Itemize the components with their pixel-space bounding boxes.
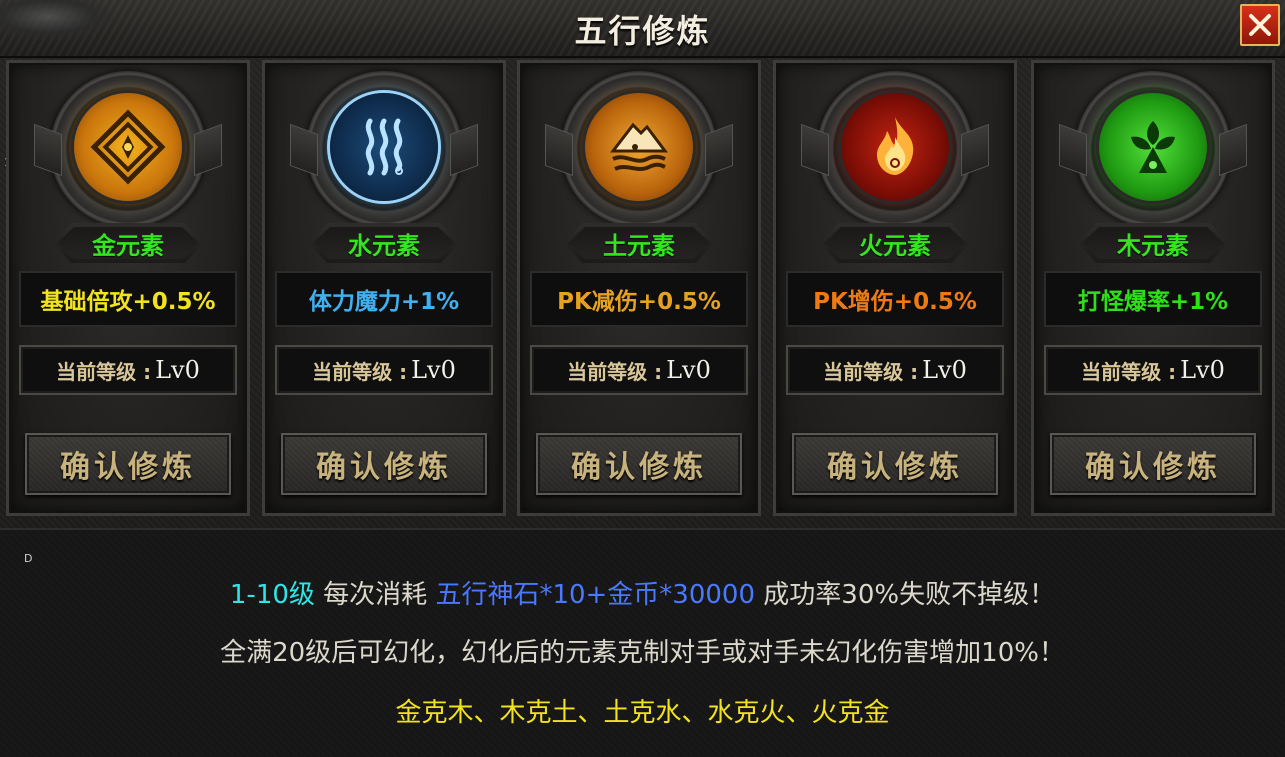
element-restraint-line: 金克木、木克土、土克水、水克火、火克金	[395, 698, 890, 728]
confirm-cultivate-button-earth[interactable]: 确认修炼	[536, 433, 742, 495]
effect-text: 基础倍攻+0.5%	[40, 289, 216, 315]
element-name: 木元素	[1117, 231, 1189, 260]
element-name-plate: 水元素	[309, 223, 459, 263]
cost-info-line: 1-10级 每次消耗 五行神石*10+金币*30000 成功率30%失败不掉级！	[0, 574, 1285, 611]
confirm-cultivate-button-wood[interactable]: 确认修炼	[1050, 433, 1256, 495]
confirm-cultivate-button-water[interactable]: 确认修炼	[281, 433, 487, 495]
element-name: 火元素	[859, 231, 931, 260]
level-box: 当前等级 : Lv0	[19, 345, 237, 395]
effect-box: 打怪爆率+1%	[1044, 271, 1262, 327]
element-panel-wood: 木元素 打怪爆率+1% 当前等级 : Lv0 确认修炼	[1031, 60, 1275, 516]
effect-text: PK增伤+0.5%	[813, 289, 977, 315]
success-rate-text: 成功率30%失败不掉级！	[755, 580, 1056, 610]
element-name-plate: 金元素	[53, 223, 203, 263]
level-label: 当前等级 :	[823, 359, 919, 384]
element-name: 金元素	[92, 231, 164, 260]
water-waves-icon	[330, 93, 438, 201]
element-panel-metal: 金元素 基础倍攻+0.5% 当前等级 : Lv0 确认修炼	[6, 60, 250, 516]
element-name-plate: 木元素	[1078, 223, 1228, 263]
level-box: 当前等级 : Lv0	[1044, 345, 1262, 395]
info-area: D 1-10级 每次消耗 五行神石*10+金币*30000 成功率30%失败不掉…	[0, 528, 1285, 757]
level-box: 当前等级 : Lv0	[530, 345, 748, 395]
effect-box: 体力魔力+1%	[275, 271, 493, 327]
effect-box: PK减伤+0.5%	[530, 271, 748, 327]
level-value: Lv0	[666, 356, 711, 384]
level-label: 当前等级 :	[1081, 359, 1177, 384]
window-title: 五行修炼	[574, 12, 711, 50]
effect-box: 基础倍攻+0.5%	[19, 271, 237, 327]
level-value: Lv0	[1180, 356, 1225, 384]
level-value: Lv0	[922, 356, 967, 384]
level-label: 当前等级 :	[56, 359, 152, 384]
level-range-text: 1-10级	[229, 580, 315, 610]
element-name: 水元素	[348, 231, 420, 260]
effect-text: PK减伤+0.5%	[557, 289, 721, 315]
level-label: 当前等级 :	[567, 359, 663, 384]
earth-mountain-icon	[585, 93, 693, 201]
element-panel-fire: 火元素 PK增伤+0.5% 当前等级 : Lv0 确认修炼	[773, 60, 1017, 516]
title-bar[interactable]: 五行修炼	[0, 0, 1285, 58]
level-value: Lv0	[155, 356, 200, 384]
confirm-cultivate-button-metal[interactable]: 确认修炼	[25, 433, 231, 495]
close-button[interactable]	[1240, 4, 1280, 46]
level-box: 当前等级 : Lv0	[275, 345, 493, 395]
close-icon	[1249, 14, 1271, 36]
element-name-plate: 土元素	[564, 223, 714, 263]
effect-box: PK增伤+0.5%	[786, 271, 1004, 327]
level-label: 当前等级 :	[312, 359, 408, 384]
cost-prefix-text: 每次消耗	[314, 580, 436, 610]
element-name-plate: 火元素	[820, 223, 970, 263]
element-panel-water: 水元素 体力魔力+1% 当前等级 : Lv0 确认修炼	[262, 60, 506, 516]
effect-text: 打怪爆率+1%	[1077, 289, 1229, 315]
confirm-cultivate-button-fire[interactable]: 确认修炼	[792, 433, 998, 495]
element-panel-earth: 土元素 PK减伤+0.5% 当前等级 : Lv0 确认修炼	[517, 60, 761, 516]
cost-materials-text: 五行神石*10+金币*30000	[435, 580, 756, 610]
fire-flame-icon	[841, 93, 949, 201]
level-box: 当前等级 : Lv0	[786, 345, 1004, 395]
metal-diamond-icon	[74, 93, 182, 201]
level-value: Lv0	[411, 356, 456, 384]
five-elements-window: 五行修炼 1 F9 金元素 基础倍攻+0.5% 当前等级 :	[0, 0, 1285, 757]
wood-leaf-icon	[1099, 93, 1207, 201]
transform-info-line: 全满20级后可幻化，幻化后的元素克制对手或对手未幻化伤害增加10%！	[220, 638, 1065, 668]
element-name: 土元素	[603, 231, 675, 260]
edge-marker-d: D	[24, 552, 33, 565]
effect-text: 体力魔力+1%	[308, 289, 460, 315]
